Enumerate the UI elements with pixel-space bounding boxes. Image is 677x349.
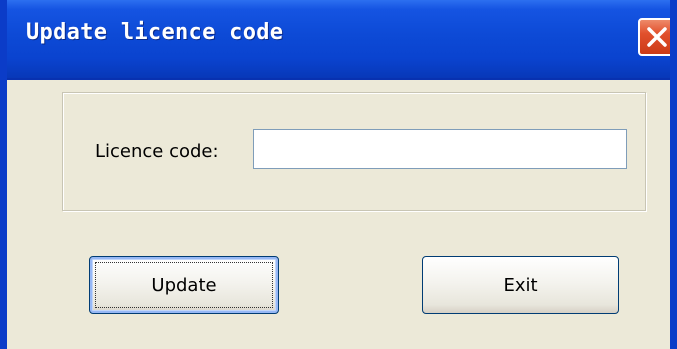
exit-button[interactable]: Exit [422,256,619,314]
dialog-window: Update licence code Licence code: Update… [0,0,677,349]
exit-button-label: Exit [503,274,538,296]
licence-code-input[interactable] [253,129,627,169]
close-x-icon [647,27,667,47]
licence-code-label: Licence code: [95,141,219,162]
window-title: Update licence code [26,20,284,45]
update-button[interactable]: Update [89,256,279,314]
close-button[interactable] [638,18,670,56]
title-bar: Update licence code [7,0,670,80]
update-button-label: Update [151,274,217,296]
